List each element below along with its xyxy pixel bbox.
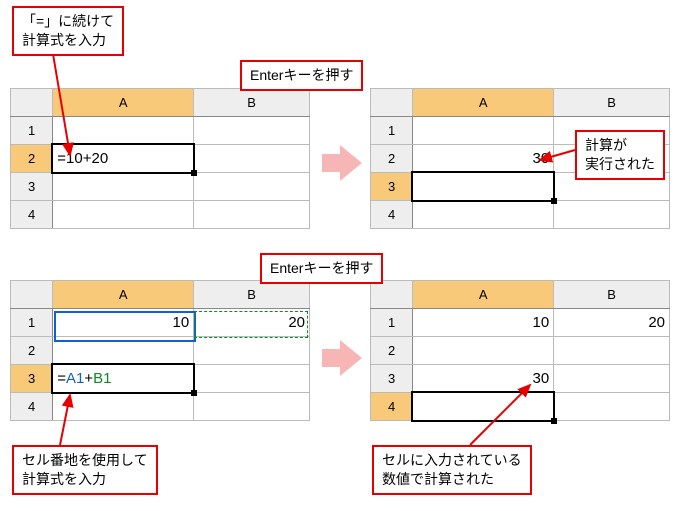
cell-a2[interactable]	[53, 337, 194, 365]
corner-cell[interactable]	[371, 281, 413, 309]
formula-ref-b1: B1	[93, 370, 111, 387]
col-header-a[interactable]: A	[413, 281, 554, 309]
callout-press-enter-2: Enterキーを押す	[260, 253, 383, 284]
col-header-a[interactable]: A	[53, 89, 194, 117]
row-header-2[interactable]: 2	[371, 337, 413, 365]
callout-computed: セルに入力されている数値で計算された	[372, 445, 532, 495]
cell-a2[interactable]: 30	[413, 145, 554, 173]
col-header-b[interactable]: B	[554, 281, 670, 309]
row-header-3[interactable]: 3	[11, 173, 53, 201]
row-header-3[interactable]: 3	[11, 365, 53, 393]
cell-b4[interactable]	[194, 201, 310, 229]
callout-executed: 計算が実行された	[575, 130, 665, 180]
callout-cell-ref: セル番地を使用して計算式を入力	[12, 445, 158, 495]
cell-b3[interactable]	[194, 365, 310, 393]
row-header-2[interactable]: 2	[371, 145, 413, 173]
cell-b1[interactable]: 20	[554, 309, 670, 337]
ref-highlight-b1	[194, 311, 308, 338]
cell-a4[interactable]	[53, 393, 194, 421]
spreadsheet-bottom-left: A B 1 10 20 2 3 =A1+B1 4	[10, 280, 310, 421]
cell-a1[interactable]	[413, 117, 554, 145]
cell-b2[interactable]	[554, 337, 670, 365]
cell-b3[interactable]	[194, 173, 310, 201]
row-header-4[interactable]: 4	[371, 201, 413, 229]
cell-a3[interactable]: 30	[413, 365, 554, 393]
cell-a3[interactable]	[53, 173, 194, 201]
cell-b2[interactable]	[194, 145, 310, 173]
cell-a4[interactable]	[413, 201, 554, 229]
cell-b1-val: 20	[648, 314, 665, 331]
cell-b1[interactable]	[194, 117, 310, 145]
cell-a3[interactable]	[413, 173, 554, 201]
cell-a2[interactable]: =10+20	[53, 145, 194, 173]
cell-b3[interactable]	[554, 365, 670, 393]
row-header-1[interactable]: 1	[11, 117, 53, 145]
corner-cell[interactable]	[371, 89, 413, 117]
cell-a4[interactable]	[53, 201, 194, 229]
spreadsheet-top-left: A B 1 2 =10+20 3 4	[10, 88, 310, 229]
col-header-b[interactable]: B	[194, 281, 310, 309]
arrow-right-icon	[322, 145, 362, 181]
cell-a1[interactable]	[53, 117, 194, 145]
row-header-1[interactable]: 1	[371, 309, 413, 337]
cell-a3-val: 30	[533, 370, 550, 387]
formula-eq: =	[57, 370, 66, 387]
arrow-right-icon	[322, 340, 362, 376]
cell-b4[interactable]	[194, 393, 310, 421]
cell-a4[interactable]	[413, 393, 554, 421]
row-header-3[interactable]: 3	[371, 365, 413, 393]
cell-a2[interactable]	[413, 337, 554, 365]
formula-plus: +	[84, 370, 93, 387]
row-header-1[interactable]: 1	[371, 117, 413, 145]
cell-b2[interactable]	[194, 337, 310, 365]
callout-press-enter-1: Enterキーを押す	[240, 60, 363, 91]
cell-a1-val: 10	[533, 314, 550, 331]
row-header-3[interactable]: 3	[371, 173, 413, 201]
cell-a1-val: 10	[173, 314, 190, 331]
cell-b4[interactable]	[554, 201, 670, 229]
formula-ref-a1: A1	[66, 370, 84, 387]
col-header-a[interactable]: A	[413, 89, 554, 117]
cell-a3[interactable]: =A1+B1	[53, 365, 194, 393]
cell-a1[interactable]: 10	[413, 309, 554, 337]
col-header-b[interactable]: B	[554, 89, 670, 117]
cell-a1[interactable]: 10	[53, 309, 194, 337]
cell-a2-val: =10+20	[57, 150, 108, 167]
row-header-2[interactable]: 2	[11, 337, 53, 365]
row-header-1[interactable]: 1	[11, 309, 53, 337]
row-header-2[interactable]: 2	[11, 145, 53, 173]
row-header-4[interactable]: 4	[371, 393, 413, 421]
col-header-a[interactable]: A	[53, 281, 194, 309]
row-header-4[interactable]: 4	[11, 393, 53, 421]
corner-cell[interactable]	[11, 281, 53, 309]
cell-b4[interactable]	[554, 393, 670, 421]
cell-a2-val: 30	[533, 150, 550, 167]
spreadsheet-bottom-right: A B 1 10 20 2 3 30 4	[370, 280, 670, 421]
row-header-4[interactable]: 4	[11, 201, 53, 229]
callout-formula-entry: 「=」に続けて計算式を入力	[12, 6, 124, 56]
col-header-b[interactable]: B	[194, 89, 310, 117]
corner-cell[interactable]	[11, 89, 53, 117]
